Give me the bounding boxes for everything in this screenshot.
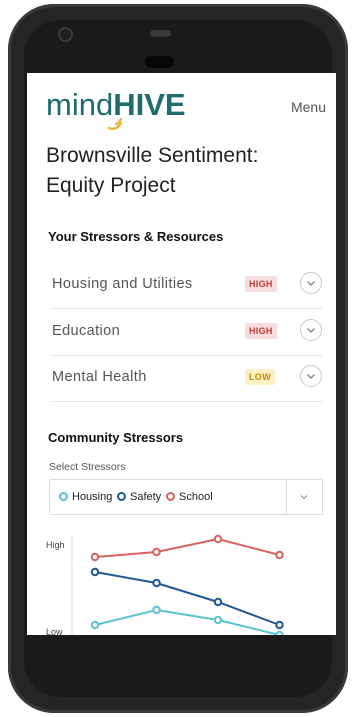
chevron-down-icon[interactable] <box>298 491 310 503</box>
series-line-safety <box>94 571 280 626</box>
proximity-sensor <box>145 56 174 68</box>
logo-smile-icon <box>107 118 123 131</box>
stressor-row-mental-health[interactable]: Mental Health LOW <box>52 355 322 402</box>
tag-label: School <box>179 491 213 503</box>
y-axis-label-high: High <box>46 540 65 550</box>
select-divider <box>286 480 287 514</box>
stressor-row-housing[interactable]: Housing and Utilities HIGH <box>52 262 322 309</box>
app-screen: mindHIVE Menu Brownsville Sentiment: Equ… <box>27 73 336 635</box>
page-title-line2: Equity Project <box>46 174 176 197</box>
menu-button[interactable]: Menu <box>291 99 326 115</box>
selected-tag-housing[interactable]: Housing <box>59 491 112 503</box>
data-point-safety[interactable] <box>275 620 284 630</box>
data-point-safety[interactable] <box>90 567 100 577</box>
stressors-resources-heading: Your Stressors & Resources <box>48 229 224 244</box>
chevron-down-icon[interactable] <box>300 365 322 387</box>
data-point-housing[interactable] <box>275 630 284 635</box>
chevron-down-icon[interactable] <box>300 272 322 294</box>
stressor-row-education[interactable]: Education HIGH <box>52 309 322 356</box>
series-line-school <box>94 537 280 558</box>
level-badge: HIGH <box>245 276 277 292</box>
data-point-housing[interactable] <box>90 620 100 630</box>
stressor-label: Housing and Utilities <box>52 276 193 292</box>
data-point-housing[interactable] <box>213 615 223 625</box>
select-stressors-label: Select Stressors <box>49 461 126 473</box>
community-stressors-chart: High Low <box>46 534 284 635</box>
data-point-housing[interactable] <box>152 605 161 615</box>
stressor-label: Mental Health <box>52 369 147 385</box>
circle-icon <box>117 492 126 501</box>
level-badge: LOW <box>245 369 275 385</box>
selected-tag-safety[interactable]: Safety <box>117 491 161 503</box>
data-point-school[interactable] <box>152 547 161 557</box>
tag-label: Safety <box>130 491 162 503</box>
tag-label: Housing <box>72 491 113 503</box>
data-point-safety[interactable] <box>213 597 223 607</box>
logo-text-mind: mind <box>46 87 114 122</box>
stressor-label: Education <box>52 323 121 339</box>
stressor-select[interactable]: Housing Safety School <box>49 479 323 515</box>
data-point-school[interactable] <box>213 534 223 544</box>
level-badge: HIGH <box>245 323 277 339</box>
logo-text-hive: HIVE <box>113 87 186 122</box>
data-point-safety[interactable] <box>152 578 161 588</box>
y-axis-label-low: Low <box>46 627 63 635</box>
circle-icon <box>59 492 68 501</box>
page-title-line1: Brownsville Sentiment: <box>46 144 259 167</box>
earpiece-speaker <box>150 30 171 37</box>
selected-tag-school[interactable]: School <box>166 491 213 503</box>
data-point-school[interactable] <box>275 550 284 560</box>
chevron-down-icon[interactable] <box>300 319 322 341</box>
data-point-school[interactable] <box>90 552 100 562</box>
community-stressors-heading: Community Stressors <box>48 430 184 445</box>
page-title: Brownsville Sentiment: Equity Project <box>46 141 326 201</box>
front-camera <box>58 27 73 42</box>
circle-icon <box>166 492 175 501</box>
